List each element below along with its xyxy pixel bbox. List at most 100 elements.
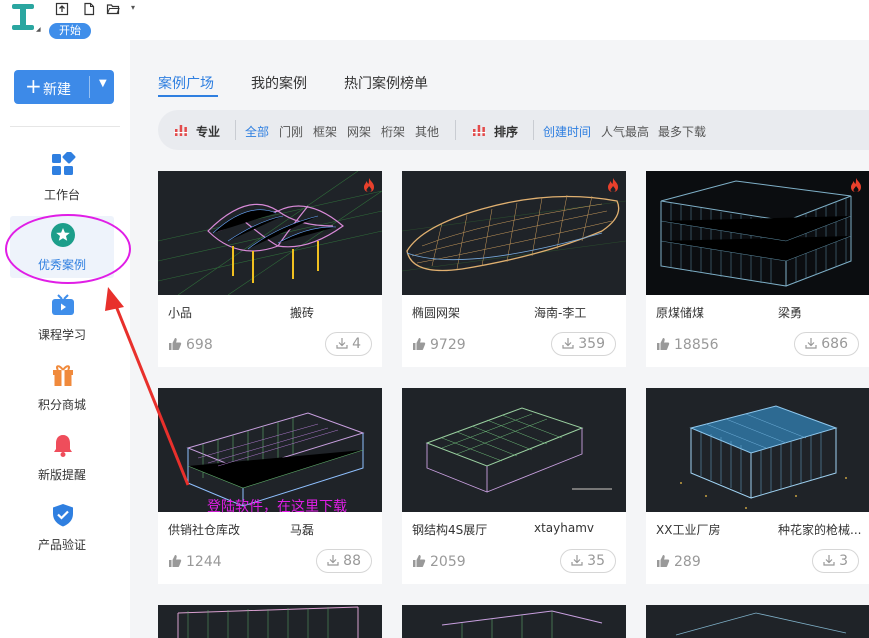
upload-icon[interactable] <box>55 2 69 16</box>
tab-my-cases[interactable]: 我的案例 <box>251 73 307 93</box>
like-icon <box>657 338 670 350</box>
download-icon <box>336 338 348 349</box>
case-thumbnail[interactable] <box>402 605 626 638</box>
new-dropdown-icon[interactable]: ▼ <box>99 78 107 89</box>
download-icon <box>571 555 583 566</box>
gift-icon <box>53 365 73 386</box>
sidebar-item-label: 新版提醒 <box>37 468 86 482</box>
tv-icon <box>52 294 74 315</box>
new-button-label: 新建 <box>43 82 71 98</box>
like-count[interactable]: 289 <box>656 554 701 570</box>
download-icon <box>823 555 835 566</box>
like-count-value: 289 <box>674 554 701 570</box>
hot-flame-icon <box>608 178 618 192</box>
tab-case-square[interactable]: 案例广场 <box>158 73 214 93</box>
main-panel: 案例广场 我的案例 热门案例榜单 专业 全部 门刚 框架 网架 桁架 其他 排序… <box>130 40 869 638</box>
case-name: 椭圆网架 <box>412 306 461 320</box>
like-count[interactable]: 2059 <box>412 554 466 570</box>
download-count: 359 <box>578 336 605 352</box>
like-icon <box>413 555 426 567</box>
sidebar-item-label: 积分商城 <box>37 398 86 412</box>
filter-bar: 专业 全部 门刚 框架 网架 桁架 其他 排序 创建时间 人气最高 最多下载 <box>158 110 869 150</box>
like-count-value: 18856 <box>674 337 719 353</box>
sidebar-divider <box>10 126 120 127</box>
download-count: 88 <box>343 553 361 569</box>
sidebar-item-workbench[interactable]: 工作台 <box>10 146 114 208</box>
download-button[interactable]: 359 <box>551 332 616 356</box>
download-button[interactable]: 35 <box>560 549 616 573</box>
case-thumbnail[interactable] <box>646 605 869 638</box>
download-button[interactable]: 686 <box>794 332 859 356</box>
title-bar: ◢ ▾ 开始 <box>0 0 869 40</box>
sidebar-item-release-notes[interactable]: 新版提醒 <box>10 426 114 488</box>
specialty-filter-icon <box>174 125 188 136</box>
sidebar-item-points-mall[interactable]: 积分商城 <box>10 356 114 418</box>
download-icon <box>327 555 339 566</box>
case-card[interactable] <box>158 605 382 638</box>
sidebar-item-label: 课程学习 <box>37 328 86 342</box>
sidebar-item-product-verify[interactable]: 产品验证 <box>10 496 114 558</box>
case-thumbnail[interactable] <box>646 171 869 295</box>
like-count-value: 1244 <box>186 554 222 570</box>
sidebar-item-label: 工作台 <box>43 188 80 202</box>
case-thumbnail[interactable] <box>402 388 626 512</box>
filter-divider <box>235 120 236 140</box>
case-card[interactable]: 椭圆网架 海南-李工 9729 359 <box>402 171 626 367</box>
logo-dropdown-icon[interactable]: ◢ <box>36 26 41 33</box>
specialty-option-portal-frame[interactable]: 门刚 <box>279 123 303 140</box>
sidebar-item-label: 产品验证 <box>37 538 86 552</box>
specialty-filter-title: 专业 <box>196 125 221 139</box>
like-count[interactable]: 1244 <box>168 554 222 570</box>
like-count-value: 9729 <box>430 337 466 353</box>
sort-option-popular[interactable]: 人气最高 <box>601 123 649 140</box>
like-count-value: 2059 <box>430 554 466 570</box>
specialty-option-truss[interactable]: 桁架 <box>381 123 405 140</box>
download-count: 686 <box>821 336 848 352</box>
tab-hot-ranking[interactable]: 热门案例榜单 <box>344 73 428 93</box>
new-file-icon[interactable] <box>82 2 96 16</box>
annotation-text: 登陆软件，在这里下载 <box>207 499 347 515</box>
highlight-ellipse <box>5 214 131 284</box>
download-icon <box>562 338 574 349</box>
case-thumbnail[interactable] <box>402 171 626 295</box>
sidebar-item-courses[interactable]: 课程学习 <box>10 286 114 348</box>
annotation-arrow <box>105 287 190 486</box>
app-logo-icon[interactable] <box>10 2 36 32</box>
case-card[interactable] <box>646 605 869 638</box>
open-folder-icon[interactable] <box>106 2 120 16</box>
download-button[interactable]: 3 <box>812 549 859 573</box>
case-thumbnail[interactable] <box>646 388 869 512</box>
case-card[interactable]: XX工业厂房 种花家的枪械... 289 3 <box>646 388 869 584</box>
like-count[interactable]: 18856 <box>656 337 719 353</box>
case-author: 马磊 <box>290 523 315 537</box>
case-card[interactable]: 钢结构4S展厅 xtayhamv 2059 35 <box>402 388 626 584</box>
filter-divider <box>533 120 534 140</box>
case-author: 种花家的枪械... <box>778 523 862 537</box>
download-button[interactable]: 4 <box>325 332 372 356</box>
sort-option-created[interactable]: 创建时间 <box>543 123 591 140</box>
like-count[interactable]: 9729 <box>412 337 466 353</box>
specialty-option-frame[interactable]: 框架 <box>313 123 337 140</box>
case-card[interactable]: 原煤储煤 梁勇 18856 686 <box>646 171 869 367</box>
case-author: 梁勇 <box>778 306 803 320</box>
sort-title: 排序 <box>494 125 519 139</box>
hot-flame-icon <box>851 178 861 192</box>
sort-option-downloads[interactable]: 最多下载 <box>658 123 706 140</box>
case-name: 钢结构4S展厅 <box>412 523 488 537</box>
sort-icon <box>472 125 486 136</box>
case-thumbnail[interactable] <box>158 605 382 638</box>
like-icon <box>169 555 182 567</box>
quick-access-dropdown-icon[interactable]: ▾ <box>131 3 135 12</box>
download-count: 3 <box>839 553 848 569</box>
specialty-option-space-grid[interactable]: 网架 <box>347 123 371 140</box>
case-author: xtayhamv <box>534 521 595 535</box>
tab-start[interactable]: 开始 <box>49 23 91 39</box>
new-button[interactable]: + 新建 ▼ <box>14 70 114 104</box>
specialty-option-other[interactable]: 其他 <box>415 123 439 140</box>
like-icon <box>413 338 426 350</box>
specialty-option-all[interactable]: 全部 <box>245 123 269 140</box>
case-thumbnail[interactable] <box>158 171 382 295</box>
case-card[interactable] <box>402 605 626 638</box>
download-button[interactable]: 88 <box>316 549 372 573</box>
like-icon <box>657 555 670 567</box>
